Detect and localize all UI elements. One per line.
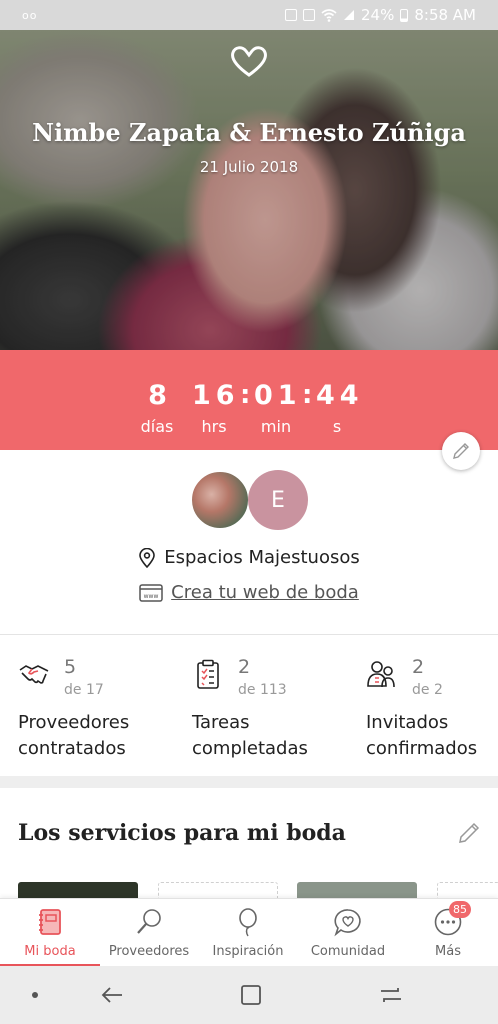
couple-photo: Nimbe Zapata & Ernesto Zúñiga 21 Julio 2…	[0, 30, 498, 350]
countdown-banner: 8 16 : 01 : 44 días hrs min s	[0, 350, 498, 450]
status-left-indicator: oo	[22, 8, 38, 22]
system-navigation-bar	[0, 966, 498, 1024]
stat-vendors[interactable]: 5 de 17 Proveedores contratados	[0, 636, 166, 776]
stat-tasks[interactable]: 2 de 113 Tareas completadas	[174, 636, 340, 776]
tab-label: Inspiración	[212, 944, 284, 959]
stat-label-line: completadas	[192, 738, 308, 759]
tab-label: Comunidad	[310, 944, 386, 959]
countdown-hours: 16	[192, 380, 240, 411]
edit-wedding-button[interactable]	[442, 432, 480, 470]
tab-comunidad[interactable]: Comunidad	[298, 899, 398, 967]
wedding-date: 21 Julio 2018	[199, 158, 299, 176]
web-icon: www	[139, 583, 163, 602]
stat-label-line: confirmados	[366, 738, 478, 759]
heart-icon	[231, 46, 267, 77]
stats-row: 5 de 17 Proveedores contratados 2 de 113…	[0, 636, 498, 776]
stat-total: de 2	[412, 682, 443, 698]
avatar-initial: E	[271, 487, 285, 513]
tab-label: Proveedores	[108, 944, 190, 959]
stat-total: de 17	[64, 682, 104, 698]
battery-icon	[400, 8, 409, 22]
countdown-seconds: 44	[316, 380, 364, 411]
profile-section: E Espacios Majestuosos www Crea tu web d…	[0, 450, 498, 635]
stat-label: Invitados confirmados	[366, 710, 498, 762]
couple-avatar[interactable]	[190, 470, 250, 530]
guests-icon	[367, 661, 395, 688]
clock: 8:58 AM	[414, 6, 476, 24]
chat-heart-icon	[334, 909, 361, 937]
tab-inspiracion[interactable]: Inspiración	[198, 899, 298, 967]
partner-avatar[interactable]: E	[248, 470, 308, 530]
tab-mas[interactable]: 85 Más	[398, 899, 498, 967]
magnifier-icon	[137, 909, 161, 934]
countdown-hours-label: hrs	[201, 417, 227, 436]
stat-value: 2	[238, 656, 251, 678]
status-bar: oo 24% 8:58 AM	[0, 0, 498, 30]
handshake-icon	[19, 665, 49, 684]
stat-total: de 113	[238, 682, 287, 698]
stat-label-line: Proveedores	[18, 712, 130, 733]
create-website-link[interactable]: www Crea tu web de boda	[0, 582, 498, 603]
recents-icon[interactable]	[376, 980, 406, 1010]
section-divider	[0, 776, 498, 788]
bottom-tab-bar: Mi boda Proveedores Inspiración Comunida…	[0, 898, 498, 967]
alarm-icon	[303, 9, 315, 21]
services-title: Los servicios para mi boda	[18, 820, 346, 846]
stat-label-line: contratados	[18, 738, 126, 759]
countdown-days: 8	[148, 380, 172, 411]
svg-text:www: www	[144, 593, 159, 600]
couple-names: Nimbe Zapata & Ernesto Zúñiga	[32, 118, 466, 147]
countdown-minutes: 01	[254, 380, 302, 411]
wedding-book-icon	[39, 909, 61, 935]
stat-guests[interactable]: 2 de 2 Invitados confirmados	[348, 636, 498, 776]
tab-proveedores[interactable]: Proveedores	[99, 899, 199, 967]
notification-icon	[285, 9, 297, 21]
stat-value: 2	[412, 656, 425, 678]
home-icon[interactable]	[236, 980, 266, 1010]
tab-label: Más	[435, 944, 461, 959]
battery-percent: 24%	[361, 6, 395, 24]
stat-label-line: Invitados	[366, 712, 449, 733]
pencil-icon	[453, 443, 469, 459]
countdown-minutes-label: min	[260, 417, 292, 436]
stat-label: Tareas completadas	[192, 710, 352, 762]
countdown-seconds-label: s	[332, 417, 342, 436]
stat-label: Proveedores contratados	[18, 710, 178, 762]
tab-mi-boda[interactable]: Mi boda	[0, 899, 100, 967]
wifi-icon	[321, 8, 337, 22]
notification-badge: 85	[449, 901, 471, 918]
venue-name: Espacios Majestuosos	[164, 547, 360, 568]
balloon-icon	[239, 908, 257, 937]
dot-icon[interactable]	[20, 980, 50, 1010]
back-icon[interactable]	[98, 980, 128, 1010]
pencil-icon[interactable]	[456, 820, 482, 846]
stat-value: 5	[64, 656, 77, 678]
stat-label-line: Tareas	[192, 712, 250, 733]
countdown-days-label: días	[140, 417, 174, 436]
location-pin-icon	[139, 547, 156, 568]
create-website-label: Crea tu web de boda	[171, 582, 359, 603]
clipboard-icon	[197, 659, 219, 689]
countdown-separator: :	[240, 380, 251, 410]
venue-row[interactable]: Espacios Majestuosos	[0, 547, 498, 568]
countdown-separator: :	[302, 380, 313, 410]
services-section: Los servicios para mi boda	[0, 788, 498, 900]
tab-label: Mi boda	[24, 944, 76, 959]
signal-icon	[344, 10, 354, 20]
